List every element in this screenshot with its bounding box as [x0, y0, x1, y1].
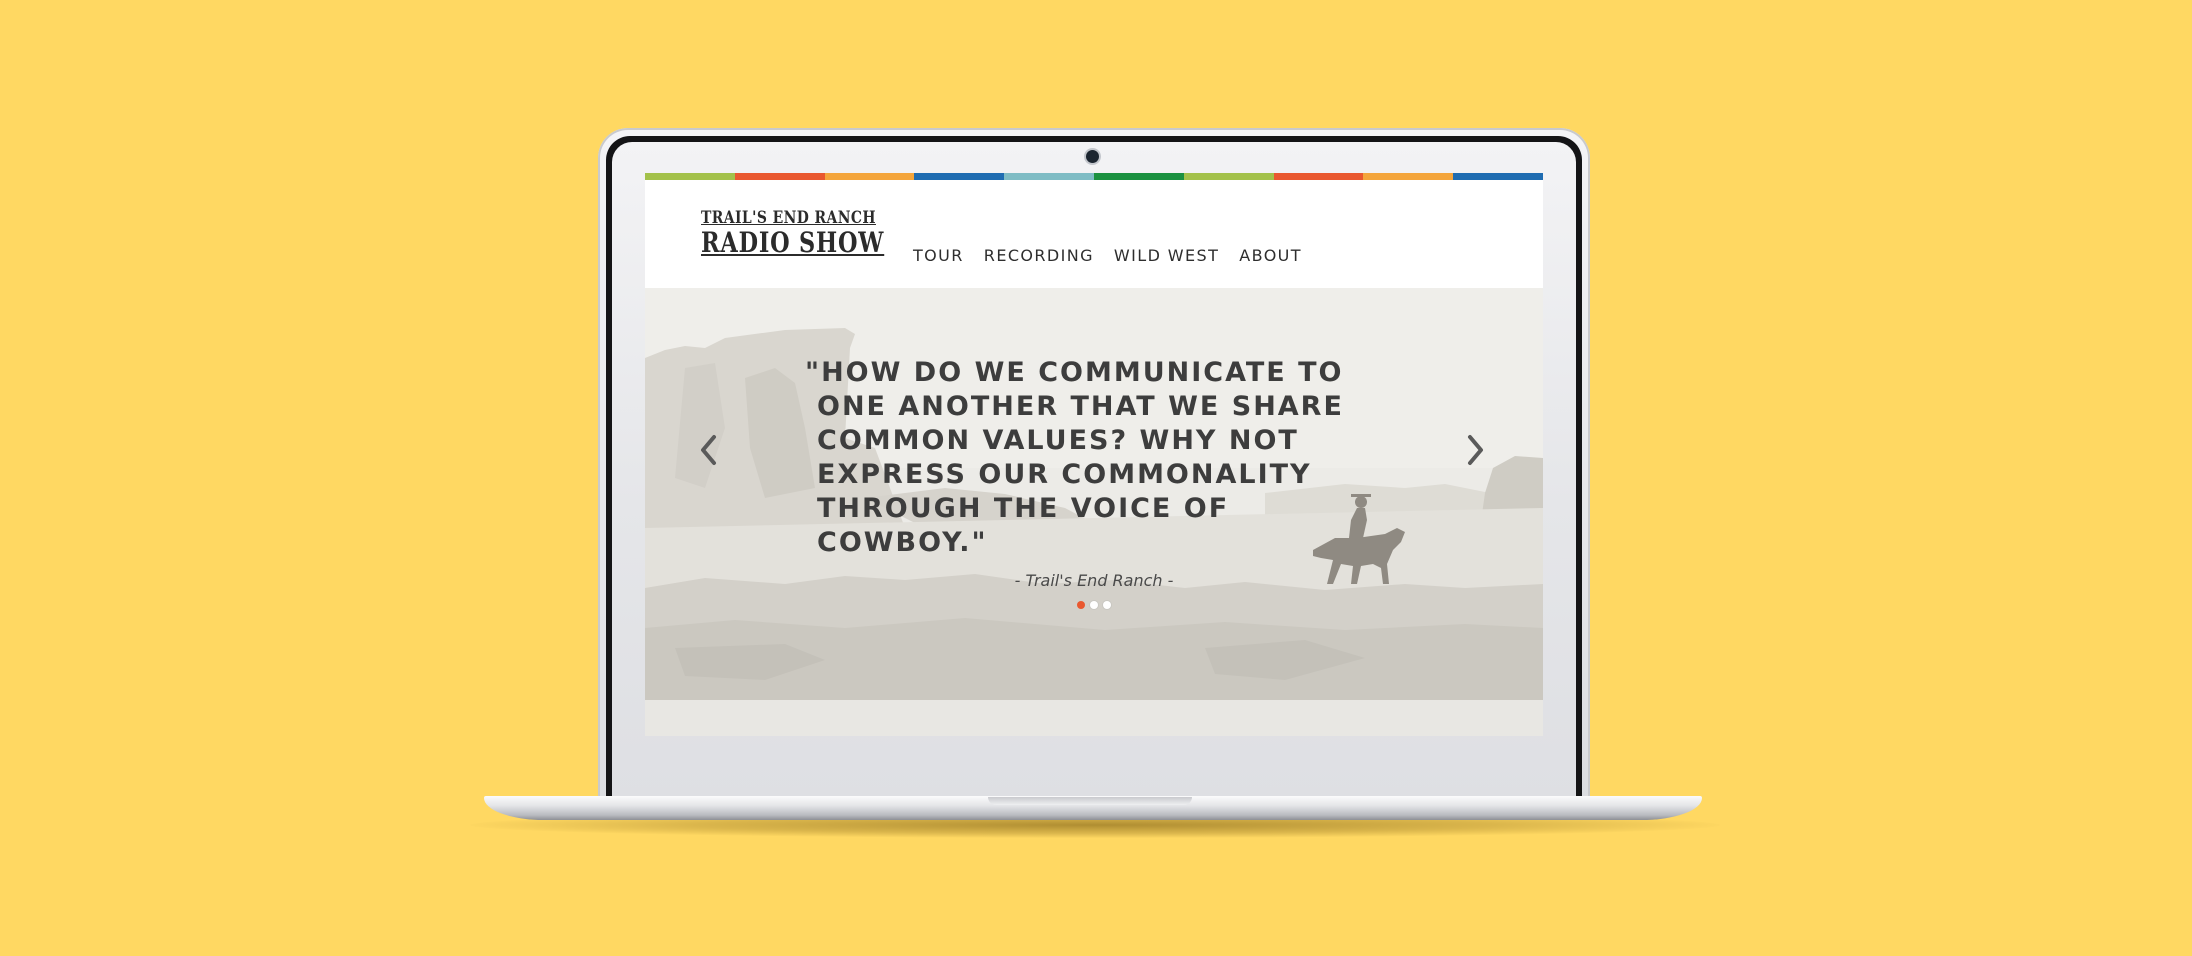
main-nav: TOUR RECORDING WILD WEST ABOUT	[913, 246, 1302, 265]
hero-quote: "HOW DO WE COMMUNICATE TO ONE ANOTHER TH…	[805, 357, 1344, 558]
stripe-segment	[645, 173, 735, 180]
site-header: TRAIL'S END RANCH RADIO SHOW TOUR RECORD…	[645, 180, 1543, 288]
nav-item-wild-west[interactable]: WILD WEST	[1114, 246, 1219, 265]
carousel-dot-1[interactable]	[1077, 601, 1085, 609]
color-stripe	[645, 173, 1543, 180]
stripe-segment	[1093, 173, 1184, 180]
website-viewport: TRAIL'S END RANCH RADIO SHOW TOUR RECORD…	[645, 173, 1543, 736]
logo-line-1: TRAIL'S END RANCH	[701, 208, 876, 228]
stripe-segment	[1273, 173, 1364, 180]
hero-carousel: "HOW DO WE COMMUNICATE TO ONE ANOTHER TH…	[645, 288, 1543, 700]
logo-line-2: RADIO SHOW	[701, 226, 885, 259]
stripe-segment	[734, 173, 825, 180]
carousel-next-button[interactable]	[1463, 430, 1489, 470]
laptop-notch	[988, 797, 1192, 805]
carousel-prev-button[interactable]	[695, 430, 721, 470]
stripe-segment	[914, 173, 1005, 180]
carousel-dot-3[interactable]	[1103, 601, 1111, 609]
stripe-segment	[824, 173, 915, 180]
nav-item-about[interactable]: ABOUT	[1239, 246, 1302, 265]
chevron-left-icon	[701, 435, 716, 465]
carousel-dot-2[interactable]	[1090, 601, 1098, 609]
nav-item-tour[interactable]: TOUR	[913, 246, 964, 265]
stripe-segment	[1004, 173, 1094, 180]
webcam-icon	[1086, 150, 1099, 163]
site-logo[interactable]: TRAIL'S END RANCH RADIO SHOW	[701, 210, 930, 257]
nav-item-recording[interactable]: RECORDING	[984, 246, 1094, 265]
page-content-peek	[645, 700, 1543, 736]
chevron-right-icon	[1468, 435, 1483, 465]
stripe-segment	[1453, 173, 1543, 180]
stripe-segment	[1183, 173, 1274, 180]
hero-attribution: - Trail's End Ranch -	[1014, 571, 1174, 590]
stripe-segment	[1363, 173, 1454, 180]
carousel-dots	[1077, 601, 1111, 609]
